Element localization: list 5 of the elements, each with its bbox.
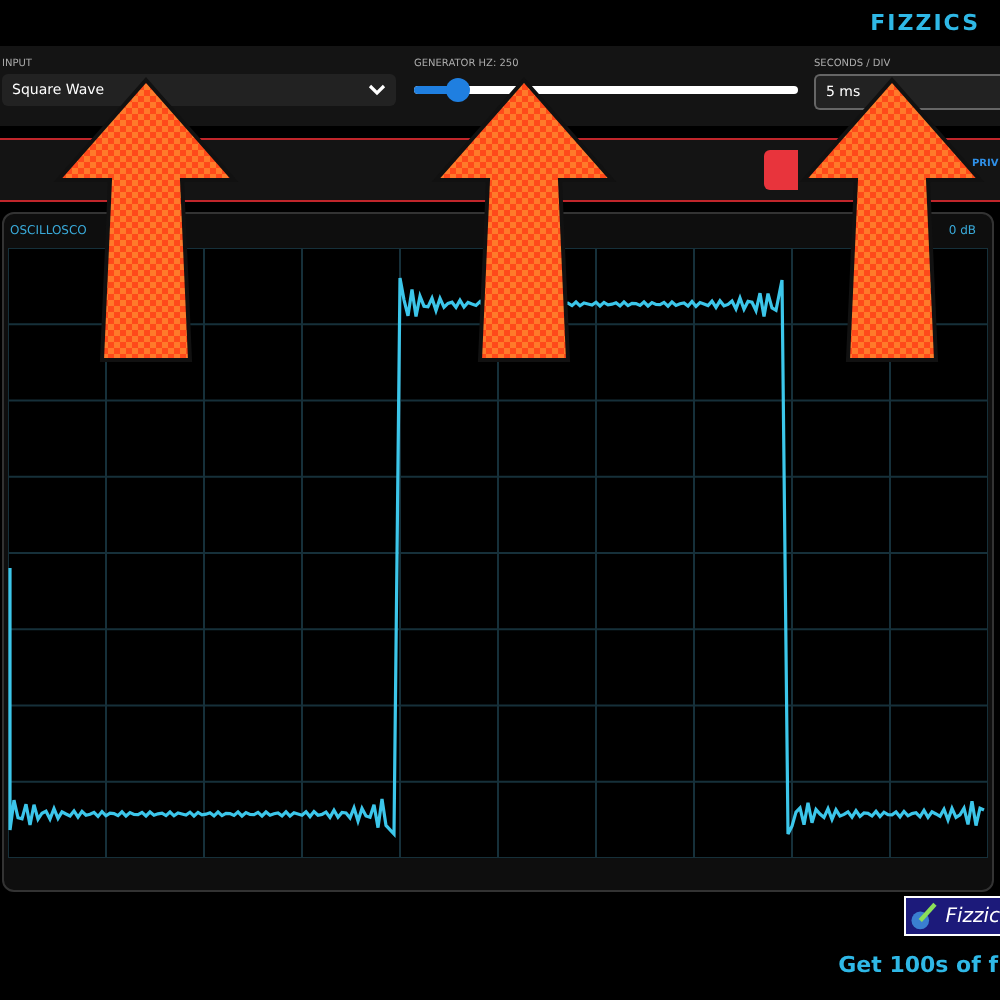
promo-text[interactable]: Get 100s of f — [838, 952, 998, 978]
chevron-icon — [368, 84, 386, 96]
logo-badge[interactable]: Fizzic — [904, 896, 1000, 936]
slider-thumb[interactable] — [446, 78, 471, 102]
site-title: FIZZICS — [870, 10, 980, 36]
